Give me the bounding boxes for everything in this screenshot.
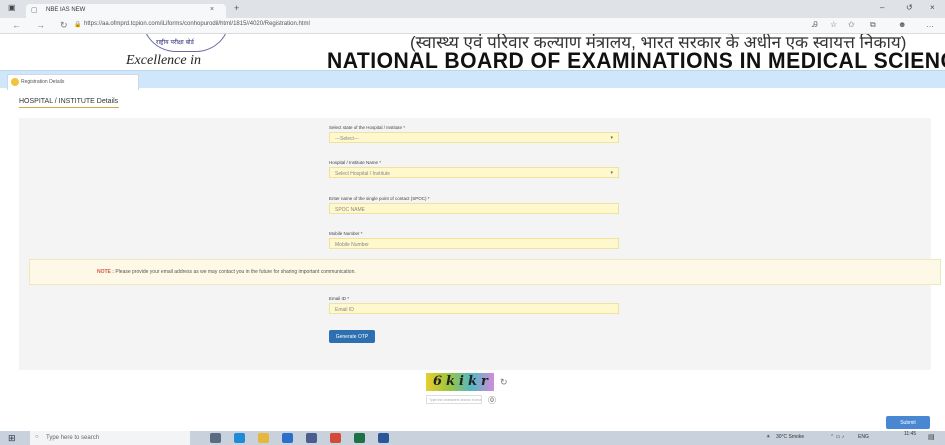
collections-icon[interactable]: ⧉ <box>870 20 876 30</box>
tab-actions-icon[interactable]: ▣ <box>8 3 16 12</box>
logo-text: राष्ट्रीय परीक्षा बोर्ड <box>156 39 194 46</box>
excel-icon[interactable] <box>354 433 365 443</box>
language-indicator[interactable]: ENG <box>858 434 869 440</box>
tab-title: NBE IAS NEW <box>46 7 86 13</box>
mobile-placeholder: Mobile Number <box>335 242 369 248</box>
search-placeholder: Type here to search <box>46 435 100 441</box>
weather-icon: ☀ <box>766 434 771 440</box>
hospital-select-value: Select Hospital / Institute <box>335 171 391 177</box>
page-icon: ▢ <box>31 7 38 14</box>
weather-text[interactable]: 30°C Smoke <box>776 434 804 440</box>
captcha-input[interactable]: Type the characters shown in image <box>426 395 482 404</box>
tray-icons[interactable]: ⌃ ▭ ♪ <box>830 434 844 440</box>
spoc-input[interactable]: SPOC NAME <box>329 203 619 214</box>
close-window-icon[interactable]: × <box>930 3 935 12</box>
edge-icon[interactable] <box>234 433 245 443</box>
favorite-icon[interactable]: ☆ <box>830 20 837 29</box>
email-label: Email ID * <box>329 296 350 301</box>
section-underline <box>19 107 119 108</box>
word-icon[interactable] <box>378 433 389 443</box>
forward-icon[interactable]: → <box>36 20 45 30</box>
state-select[interactable]: ---Select--- ▾ <box>329 132 619 143</box>
state-label: Select state of the Hospital / Institute… <box>329 125 406 130</box>
org-name: NATIONAL BOARD OF EXAMINATIONS IN MEDICA… <box>327 48 945 70</box>
email-note: NOTE : Please provide your email address… <box>29 259 941 285</box>
mobile-label: Mobile Number * <box>329 231 363 236</box>
search-icon: ○ <box>35 434 39 440</box>
tab-label: Registration Details <box>21 79 65 85</box>
windows-start-icon[interactable]: ⊞ <box>8 433 16 444</box>
browser-tab[interactable]: ▢ NBE IAS NEW × <box>26 4 226 18</box>
mobile-input[interactable]: Mobile Number <box>329 238 619 249</box>
spoc-placeholder: SPOC NAME <box>335 207 366 213</box>
hospital-label: Hospital / Institute Name * <box>329 160 382 165</box>
form-panel: Select state of the Hospital / Institute… <box>19 118 941 370</box>
new-tab-icon[interactable]: + <box>234 3 239 13</box>
reload-icon[interactable]: ↻ <box>60 20 68 31</box>
taskbar-search[interactable]: ○ Type here to search <box>30 431 190 445</box>
chevron-down-icon: ▾ <box>610 170 613 176</box>
header-bar: Registration Details <box>0 70 945 90</box>
store-icon[interactable] <box>306 433 317 443</box>
chevron-down-icon: ▾ <box>610 135 613 141</box>
windows-taskbar: ⊞ ○ Type here to search ☀ 30°C Smoke ⌃ ▭… <box>0 431 945 445</box>
back-icon[interactable]: ← <box>12 20 21 30</box>
status-dot-icon <box>11 78 19 86</box>
state-select-value: ---Select--- <box>335 136 359 142</box>
email-input[interactable]: Email ID <box>329 303 619 314</box>
section-title: HOSPITAL / INSTITUTE Details <box>19 98 119 105</box>
task-view-icon[interactable] <box>210 433 221 443</box>
audio-icon[interactable]: ⓪ <box>488 395 496 406</box>
note-text: Please provide your email address as we … <box>115 269 356 275</box>
address-bar-row: ← → ↻ 🔒 https://aa.ofmprd.tcpion.com/iLi… <box>0 18 945 34</box>
spoc-label: Enter name of the single point of contac… <box>329 196 430 201</box>
url-input[interactable]: https://aa.ofmprd.tcpion.com/iLiforms/co… <box>84 21 310 27</box>
more-icon[interactable]: … <box>926 20 934 29</box>
browser-titlebar: ▣ ▢ NBE IAS NEW × + – ↺ × <box>0 0 945 18</box>
tagline: Excellence in <box>126 53 202 68</box>
restore-icon[interactable]: ↺ <box>906 3 913 12</box>
clock[interactable]: 11:45 <box>904 431 916 437</box>
generate-otp-button[interactable]: Generate OTP <box>329 330 375 343</box>
chrome-icon[interactable] <box>330 433 341 443</box>
mail-icon[interactable] <box>282 433 293 443</box>
captcha-image: 6kikr <box>426 373 494 391</box>
read-aloud-icon[interactable]: Ꭿ <box>812 20 818 30</box>
refresh-icon[interactable]: ↻ <box>500 377 508 388</box>
minimize-icon[interactable]: – <box>880 3 884 12</box>
note-prefix: NOTE : <box>97 269 114 275</box>
tab-registration-details[interactable]: Registration Details <box>7 74 139 90</box>
notification-icon[interactable]: ▤ <box>928 433 935 441</box>
email-placeholder: Email ID <box>335 307 354 313</box>
site-banner: राष्ट्रीय परीक्षा बोर्ड Excellence in (स… <box>0 34 945 70</box>
profile-icon[interactable]: ☻ <box>898 20 906 29</box>
hospital-select[interactable]: Select Hospital / Institute ▾ <box>329 167 619 178</box>
file-explorer-icon[interactable] <box>258 433 269 443</box>
close-tab-icon[interactable]: × <box>210 6 214 13</box>
submit-button[interactable]: Submit <box>886 416 930 429</box>
favorites-icon[interactable]: ✩ <box>848 20 855 29</box>
lock-icon: 🔒 <box>74 22 82 28</box>
